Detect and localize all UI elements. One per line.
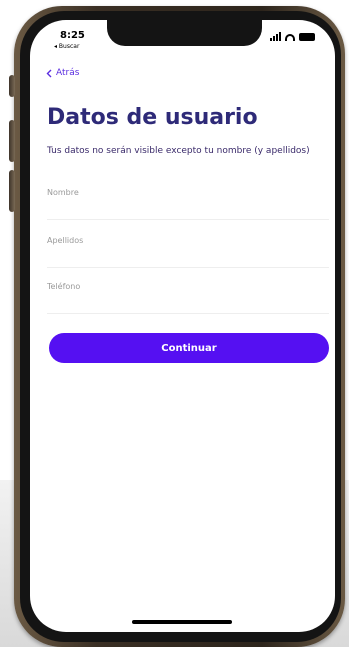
- status-icons: [270, 32, 315, 41]
- wifi-icon: [285, 34, 295, 41]
- battery-icon: [299, 33, 315, 41]
- back-button[interactable]: Atrás: [46, 68, 79, 78]
- home-indicator[interactable]: [132, 620, 232, 624]
- nombre-input[interactable]: [47, 201, 329, 220]
- page-title: Datos de usuario: [47, 105, 258, 130]
- back-label: Atrás: [56, 68, 80, 78]
- phone-screen: 8:25 ◂ Buscar Atrás Datos de usuario Tus…: [30, 20, 335, 632]
- mute-switch: [9, 75, 15, 97]
- apellidos-input[interactable]: [47, 249, 329, 268]
- notch: [107, 20, 262, 46]
- telefono-input[interactable]: [47, 295, 329, 314]
- field-label-telefono: Teléfono: [47, 282, 81, 291]
- page-description: Tus datos no serán visible excepto tu no…: [47, 146, 310, 156]
- field-label-nombre: Nombre: [47, 188, 79, 197]
- signal-icon: [270, 32, 281, 41]
- volume-up-button: [9, 120, 15, 162]
- chevron-left-icon: [46, 69, 52, 77]
- status-time: 8:25: [60, 30, 85, 41]
- status-back-app[interactable]: ◂ Buscar: [54, 43, 79, 50]
- volume-down-button: [9, 170, 15, 212]
- continue-button[interactable]: Continuar: [49, 333, 329, 363]
- field-label-apellidos: Apellidos: [47, 236, 84, 245]
